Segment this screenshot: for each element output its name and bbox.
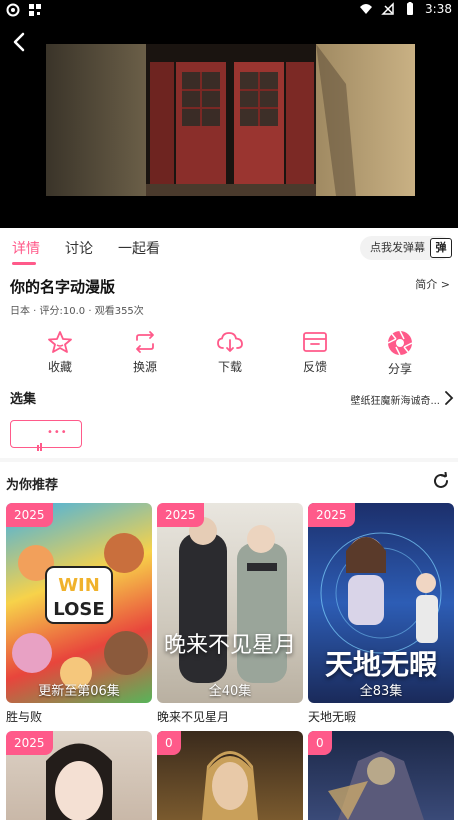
wifi-icon	[360, 4, 373, 14]
download-button[interactable]: 下载	[200, 330, 260, 375]
year-badge: 2025	[308, 503, 355, 527]
tab-discussion[interactable]: 讨论	[65, 238, 93, 258]
year-badge: 0	[157, 731, 181, 755]
year-badge: 2025	[6, 731, 53, 755]
intro-link[interactable]: 简介 >	[415, 276, 450, 292]
star-icon	[48, 331, 72, 353]
video-meta: 日本 · 评分:10.0 · 观看355次	[10, 306, 144, 317]
episode-status: 全40集	[208, 684, 252, 699]
active-tab-indicator	[12, 262, 36, 265]
episode-label: •••	[47, 427, 68, 438]
recommend-card[interactable]: 天地无暇 2025 全83集	[308, 503, 454, 703]
action-bar: 收藏 换源 下载 反馈 分享	[0, 330, 458, 380]
episode-item[interactable]: •••	[10, 420, 82, 451]
battery-icon	[407, 2, 414, 15]
no-signal-icon	[381, 2, 394, 15]
recommend-title: 为你推荐	[6, 478, 59, 493]
feedback-icon	[303, 332, 327, 352]
year-badge: 2025	[157, 503, 204, 527]
poster-title: 天地无暇	[324, 648, 437, 681]
refresh-icon[interactable]	[432, 472, 450, 490]
episode-status: 全83集	[359, 684, 403, 699]
tab-details[interactable]: 详情	[12, 238, 40, 258]
poster-image	[179, 517, 287, 683]
status-time: 3:38	[425, 2, 452, 16]
favorite-label: 收藏	[47, 360, 72, 374]
year-badge: 0	[308, 731, 332, 755]
poster-title: 晚来不见星月	[163, 633, 296, 658]
episode-status: 更新至第06集	[38, 684, 120, 699]
episodes-title: 选集	[10, 392, 37, 407]
share-label: 分享	[387, 362, 412, 376]
download-label: 下载	[217, 360, 242, 374]
card-title[interactable]: 晚来不见星月	[157, 708, 229, 725]
back-arrow-icon[interactable]	[8, 30, 32, 54]
card-title[interactable]: 胜与败	[6, 708, 42, 725]
recommend-card[interactable]: 晚来不见星月 2025 全40集	[157, 503, 303, 703]
section-divider	[0, 458, 458, 462]
feedback-label: 反馈	[302, 360, 327, 374]
switch-source-label: 换源	[132, 360, 157, 374]
danmu-toggle-icon[interactable]: 弹	[430, 238, 452, 258]
svg-text:WIN: WIN	[58, 575, 100, 596]
source-selector[interactable]: 壁纸狂魔新海诚奇...	[350, 392, 440, 407]
feedback-button[interactable]: 反馈	[285, 330, 345, 375]
share-button[interactable]: 分享	[370, 330, 430, 377]
cloud-download-icon	[217, 332, 243, 352]
recommend-card[interactable]: 0	[308, 731, 454, 820]
playing-bars-icon	[37, 432, 43, 451]
favorite-button[interactable]: 收藏	[30, 330, 90, 375]
tab-watch-together[interactable]: 一起看	[118, 238, 160, 258]
year-badge: 2025	[6, 503, 53, 527]
grid-icon	[29, 4, 41, 16]
video-frame	[46, 44, 415, 196]
recommend-card[interactable]: 2025	[6, 731, 152, 820]
poster-image: WIN LOSE	[12, 533, 148, 689]
share-icon	[387, 330, 413, 356]
video-title: 你的名字动漫版	[10, 278, 116, 296]
video-player[interactable]	[0, 22, 458, 228]
switch-source-button[interactable]: 换源	[115, 330, 175, 375]
recommend-card[interactable]: 0	[157, 731, 303, 820]
switch-source-icon	[136, 331, 154, 353]
sync-icon	[6, 3, 20, 17]
recommend-card[interactable]: WIN LOSE 2025 更新至第06集	[6, 503, 152, 703]
chevron-right-icon[interactable]	[444, 391, 454, 405]
status-bar: 3:38	[0, 0, 458, 22]
card-title[interactable]: 天地无暇	[308, 708, 356, 725]
svg-text:LOSE: LOSE	[53, 599, 104, 620]
